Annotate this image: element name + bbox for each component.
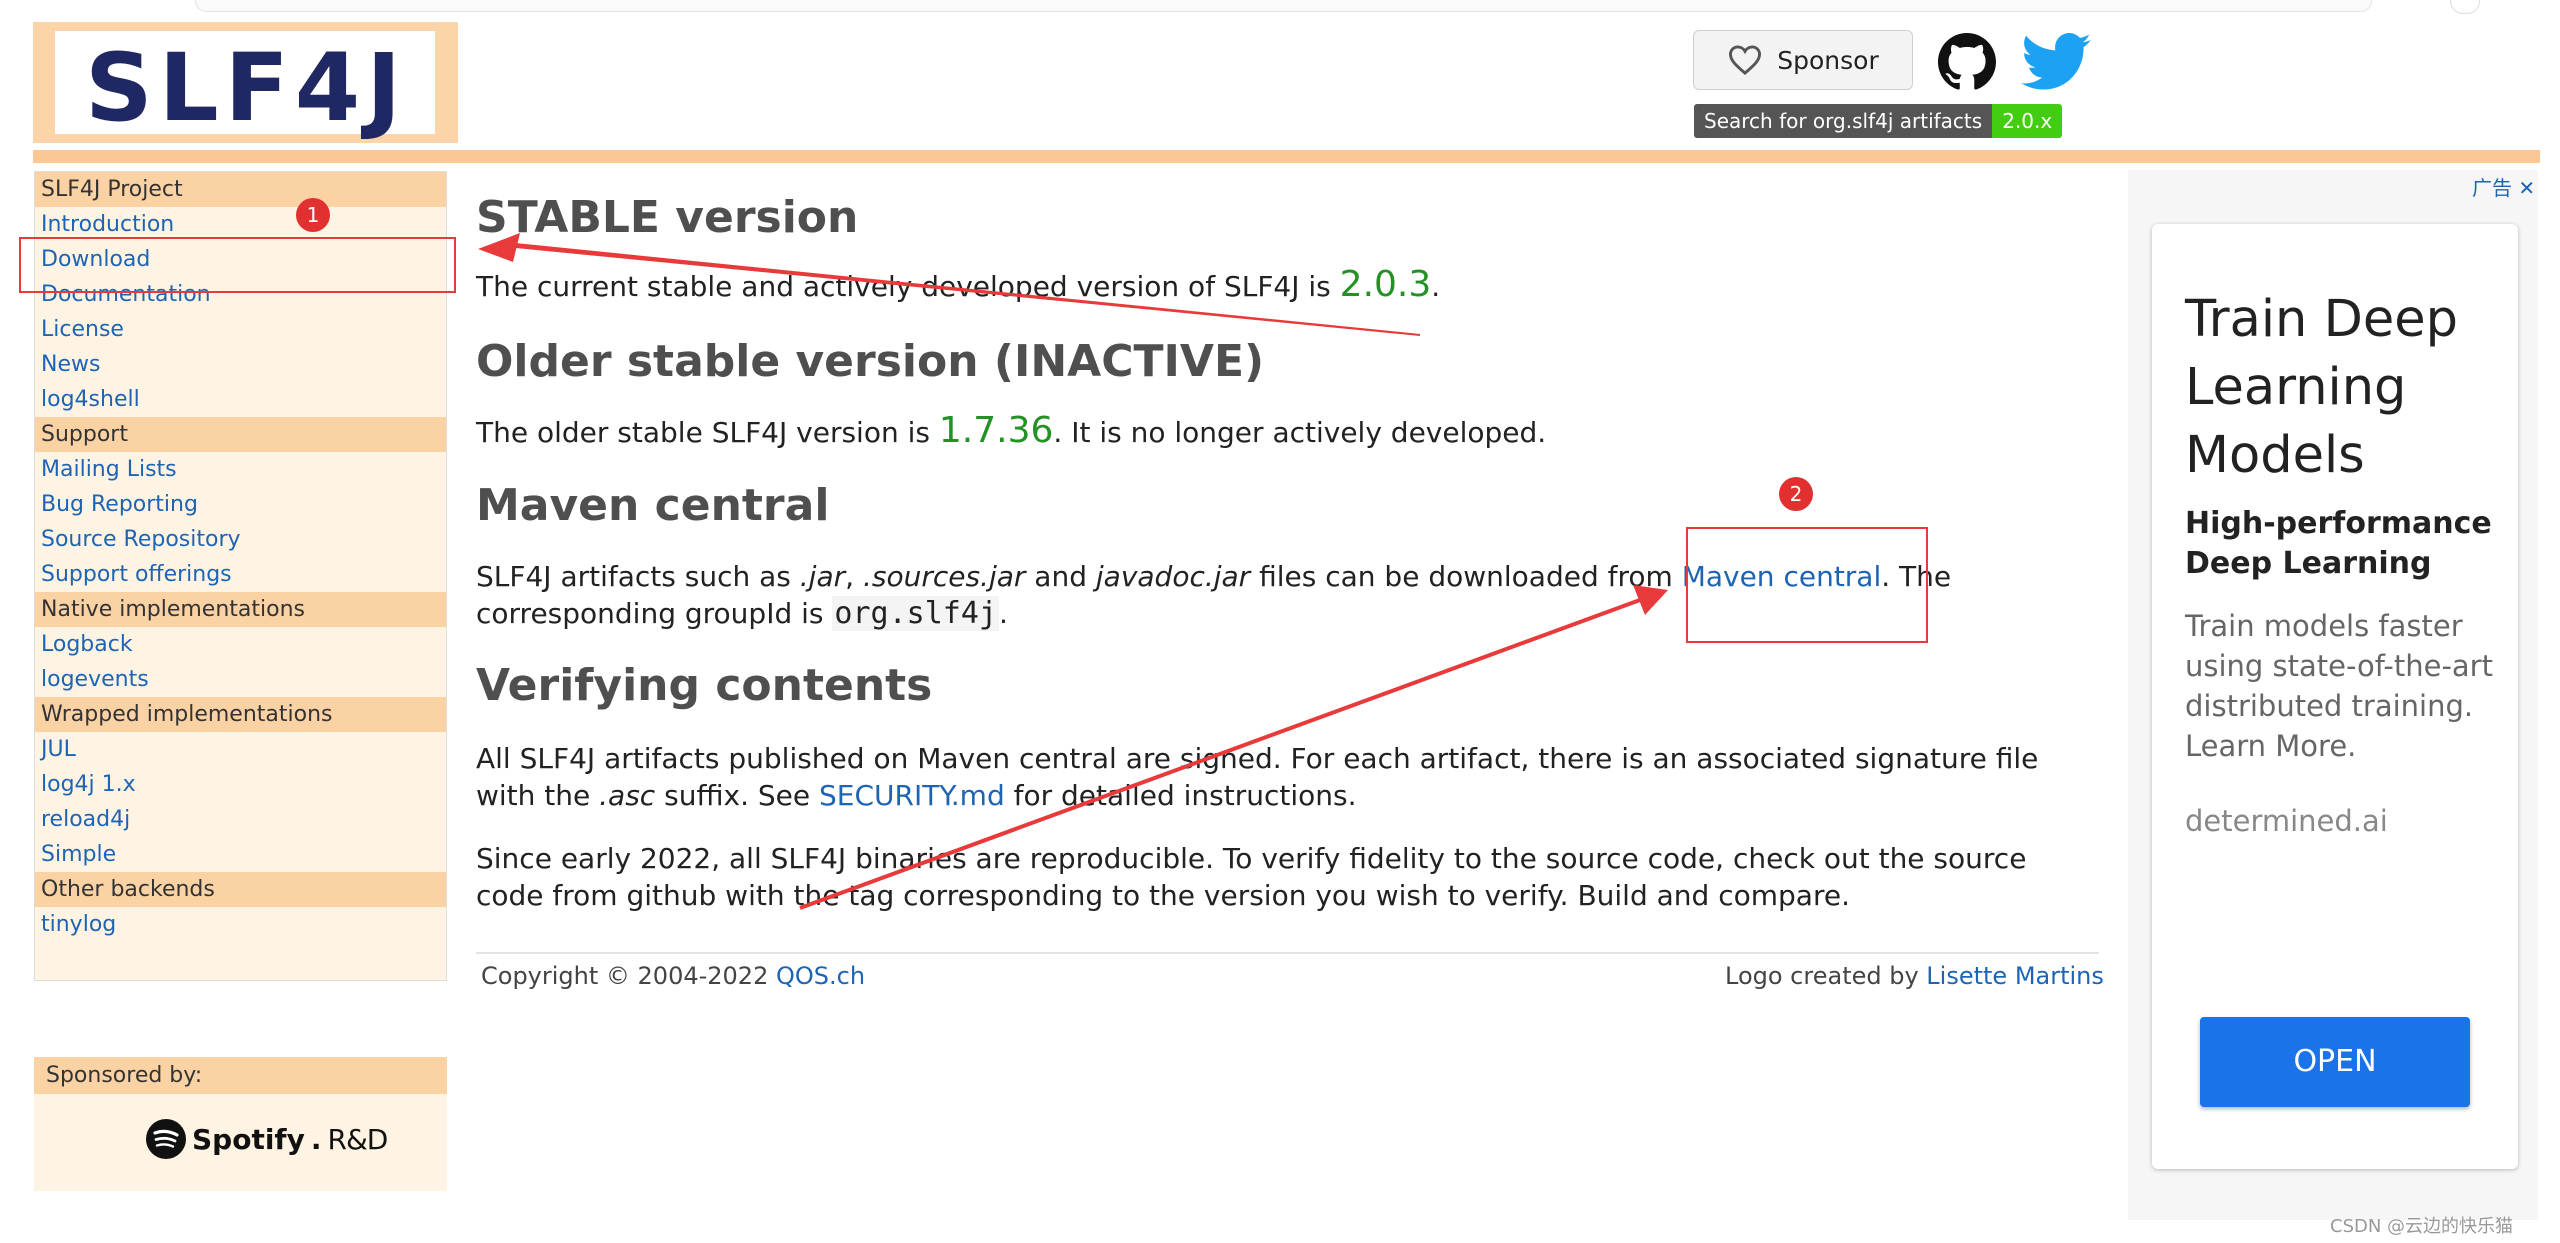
sidebar-item-support-offerings[interactable]: Support offerings <box>35 557 446 592</box>
csdn-watermark: CSDN @云边的快乐猫 <box>2330 1216 2514 1237</box>
slf4j-logo[interactable]: SLF4J <box>33 22 458 143</box>
sponsored-head: Sponsored by: <box>34 1057 447 1094</box>
ad-body: Train models faster using state-of-the-a… <box>2185 609 2493 763</box>
older-paragraph: The older stable SLF4J version is 1.7.36… <box>476 412 2101 451</box>
verify-text-c: for detailed instructions. <box>1004 779 1357 812</box>
stable-period: . <box>1431 270 1441 303</box>
footer-copyright: Copyright © 2004-2022 QOS.ch <box>481 962 865 990</box>
logo-text: SLF4J <box>85 34 408 143</box>
sidebar-item-jul[interactable]: JUL <box>35 732 446 767</box>
sidebar-item-mailing-lists[interactable]: Mailing Lists <box>35 452 446 487</box>
artifact-search-badge[interactable]: Search for org.slf4j artifacts 2.0.x <box>1694 104 2063 138</box>
maven-text-d: . <box>998 597 1008 630</box>
copyright-text: Copyright © 2004-2022 <box>481 962 776 990</box>
address-bar[interactable] <box>195 0 2372 12</box>
sidebar-item-bug-reporting[interactable]: Bug Reporting <box>35 487 446 522</box>
logo-credit-text: Logo created by <box>1725 962 1927 990</box>
ad-card[interactable]: Train Deep Learning Models High-performa… <box>2152 224 2518 1169</box>
twitter-icon[interactable] <box>2021 33 2091 91</box>
spotify-rd: R&D <box>327 1122 389 1156</box>
ad-label[interactable]: 广告 ✕ <box>2472 172 2535 201</box>
older-text: The older stable SLF4J version is <box>476 416 939 449</box>
annotation-marker-2: 2 <box>1779 477 1813 511</box>
maven-text-a: SLF4J artifacts such as <box>476 560 800 593</box>
header-divider <box>33 150 2540 163</box>
verify-paragraph-1: All SLF4J artifacts published on Maven c… <box>476 740 2101 814</box>
annotation-marker-1: 1 <box>296 198 330 232</box>
browser-toolbar <box>0 0 2560 14</box>
annotation-box-download <box>19 237 456 293</box>
sidebar-item-logback[interactable]: Logback <box>35 627 446 662</box>
search-badge-label: Search for org.slf4j artifacts <box>1694 104 1993 138</box>
sponsored-box: Sponsored by: Spotify. R&D <box>34 1057 447 1191</box>
sponsor-label: Sponsor <box>1777 45 1879 75</box>
older-heading: Older stable version (INACTIVE) <box>476 336 1265 387</box>
older-text-end: . It is no longer actively developed. <box>1053 416 1547 449</box>
sidebar-item-license[interactable]: License <box>35 312 446 347</box>
ad-label-text: 广告 <box>2472 176 2512 200</box>
annotation-box-maven <box>1686 527 1928 643</box>
browser-profile-button[interactable] <box>2450 0 2480 14</box>
footer-logo-credit: Logo created by Lisette Martins <box>1725 962 2104 990</box>
sidebar-item-simple[interactable]: Simple <box>35 837 446 872</box>
ad-subtitle: High-performance Deep Learning <box>2185 506 2492 581</box>
security-md-link[interactable]: SECURITY.md <box>819 779 1005 812</box>
sidebar-item-tinylog[interactable]: tinylog <box>35 907 446 942</box>
logo-inner: SLF4J <box>45 31 445 139</box>
close-icon[interactable]: ✕ <box>2518 176 2535 200</box>
stable-paragraph: The current stable and actively develope… <box>476 266 2101 305</box>
sidebar-item-source-repository[interactable]: Source Repository <box>35 522 446 557</box>
stable-heading: STABLE version <box>476 192 859 243</box>
maven-jar: .jar <box>799 560 846 593</box>
logo-right-bracket <box>435 31 445 134</box>
menu-head-wrapped: Wrapped implementations <box>35 697 446 732</box>
logo-left-bracket <box>45 31 55 134</box>
stable-version: 2.0.3 <box>1339 264 1432 305</box>
menu-head-native: Native implementations <box>35 592 446 627</box>
maven-text-b: files can be downloaded from <box>1250 560 1682 593</box>
verify-asc: .asc <box>599 779 656 812</box>
maven-and: and <box>1025 560 1096 593</box>
search-badge-version: 2.0.x <box>1992 104 2063 138</box>
menu-head-project: SLF4J Project <box>35 172 446 207</box>
github-icon[interactable] <box>1938 33 1996 91</box>
menu-head-other: Other backends <box>35 872 446 907</box>
maven-groupid: org.slf4j <box>832 596 999 631</box>
sponsor-button[interactable]: Sponsor <box>1693 30 1913 90</box>
sidebar-item-news[interactable]: News <box>35 347 446 382</box>
lisette-martins-link[interactable]: Lisette Martins <box>1926 962 2104 990</box>
sidebar-item-reload4j[interactable]: reload4j <box>35 802 446 837</box>
ad-domain: determined.ai <box>2185 804 2388 838</box>
menu-head-support: Support <box>35 417 446 452</box>
maven-comma: , <box>845 560 863 593</box>
spotify-icon <box>146 1119 186 1159</box>
verify-paragraph-2: Since early 2022, all SLF4J binaries are… <box>476 842 2027 912</box>
spotify-text: Spotify <box>192 1122 305 1156</box>
footer-divider <box>476 952 2099 954</box>
maven-sources: .sources.jar <box>862 560 1026 593</box>
sidebar-item-log4shell[interactable]: log4shell <box>35 382 446 417</box>
qos-link[interactable]: QOS.ch <box>776 962 865 990</box>
stable-text: The current stable and actively develope… <box>476 270 1340 303</box>
ad-open-button[interactable]: OPEN <box>2200 1017 2470 1107</box>
maven-heading: Maven central <box>476 480 830 531</box>
heart-icon <box>1729 45 1762 76</box>
verify-heading: Verifying contents <box>476 660 933 711</box>
sidebar-item-log4j[interactable]: log4j 1.x <box>35 767 446 802</box>
verify-text-b: suffix. See <box>655 779 820 812</box>
older-version: 1.7.36 <box>938 410 1054 451</box>
ad-title: Train Deep Learning Models <box>2185 290 2458 485</box>
spotify-logo[interactable]: Spotify. R&D <box>146 1119 389 1159</box>
maven-javadoc: javadoc.jar <box>1095 560 1251 593</box>
sidebar-item-logevents[interactable]: logevents <box>35 662 446 697</box>
